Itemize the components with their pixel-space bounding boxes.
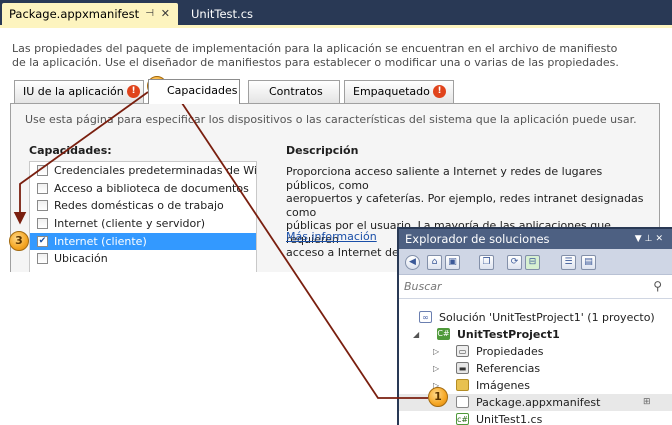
pin-icon[interactable]: ⊥: [645, 234, 656, 244]
capability-label: Credenciales predeterminadas de Windows: [54, 164, 257, 177]
pin-icon[interactable]: ⊣: [145, 3, 154, 25]
error-icon: !: [433, 85, 446, 98]
property-tabs: IU de la aplicación ! Capacidades Contra…: [10, 79, 660, 104]
tab-label: Contratos: [269, 85, 323, 98]
capability-label: Ubicación: [54, 252, 108, 266]
tab-label: UnitTest.cs: [191, 7, 254, 21]
panel-title: Explorador de soluciones: [405, 232, 550, 246]
tab-unittest-cs[interactable]: UnitTest.cs: [184, 3, 256, 25]
node-label: Referencias: [476, 362, 541, 375]
tab-package-appxmanifest[interactable]: Package.appxmanifest ⊣ ✕: [2, 3, 178, 25]
tab-label: Capacidades: [167, 84, 238, 97]
close-icon[interactable]: ✕: [655, 234, 666, 244]
sync-icon[interactable]: ▣: [445, 255, 460, 270]
search-icon[interactable]: ⚲: [653, 279, 662, 293]
solution-explorer-title-bar: Explorador de soluciones ▼⊥✕: [399, 229, 672, 249]
refresh-icon[interactable]: ⟳: [507, 255, 522, 270]
file-properties-icon[interactable]: ⊞: [643, 394, 651, 411]
tab-capabilities[interactable]: Capacidades: [148, 79, 240, 104]
tree-node-solution[interactable]: ∞ Solución 'UnitTestProject1' (1 proyect…: [399, 309, 672, 326]
capability-item-selected[interactable]: ✔ Internet (cliente): [30, 232, 256, 251]
tab-application-ui[interactable]: IU de la aplicación !: [14, 80, 144, 103]
csharp-project-icon: C#: [437, 328, 450, 340]
tree-node-properties[interactable]: ▷ ▭ Propiedades: [399, 343, 672, 360]
intro-line: Las propiedades del paquete de implement…: [12, 42, 618, 55]
capability-item[interactable]: Internet (cliente y servidor): [30, 215, 256, 233]
description-line: Proporciona acceso saliente a Internet y…: [286, 165, 603, 192]
capability-item[interactable]: Credenciales predeterminadas de Windows: [30, 162, 256, 180]
more-info-link[interactable]: Más información: [286, 230, 377, 243]
screenshot-stage: Package.appxmanifest ⊣ ✕ UnitTest.cs Las…: [0, 0, 672, 425]
intro-line: de la aplicación. Use el diseñador de ma…: [12, 56, 619, 69]
search-placeholder: Buscar: [404, 280, 442, 293]
capability-item[interactable]: Redes domésticas o de trabajo: [30, 197, 256, 215]
node-label: Imágenes: [476, 379, 530, 392]
tab-label: Package.appxmanifest: [9, 7, 140, 21]
collapse-arrow-icon[interactable]: ◢: [413, 326, 419, 343]
tree-node-references[interactable]: ▷ ▬ Referencias: [399, 360, 672, 377]
properties-icon: ▭: [456, 345, 469, 357]
cutaway-background: [0, 272, 398, 425]
capability-label: Internet (cliente y servidor): [54, 217, 206, 231]
tree-node-unittest-cs[interactable]: c# UnitTest1.cs: [399, 411, 672, 425]
checkbox[interactable]: [37, 218, 48, 230]
folder-icon: [456, 379, 469, 391]
references-icon: ▬: [456, 362, 469, 374]
solution-icon: ∞: [419, 311, 432, 323]
manifest-file-icon: [456, 396, 469, 408]
capability-label: Acceso a biblioteca de documentos: [54, 181, 249, 195]
callout-1: 1: [428, 387, 448, 407]
collapse-all-icon[interactable]: ⊟: [525, 255, 540, 270]
tab-contracts[interactable]: Contratos: [248, 80, 340, 103]
back-icon[interactable]: ◀: [405, 255, 420, 270]
node-label: Package.appxmanifest: [476, 396, 601, 409]
node-label: UnitTest1.cs: [476, 413, 543, 425]
show-all-files-icon[interactable]: ❐: [479, 255, 494, 270]
solution-explorer-toolbar: ◀ ⌂ ▣ ❐ ⟳ ⊟ ☰ ▤: [399, 249, 672, 275]
description-line: aeropuertos y cafeterías. Por ejemplo, r…: [286, 192, 644, 219]
checkbox[interactable]: [37, 253, 48, 265]
capability-label: Internet (cliente): [54, 234, 147, 248]
designer-intro: Las propiedades del paquete de implement…: [12, 42, 632, 70]
checkbox-checked[interactable]: ✔: [37, 235, 48, 247]
node-label: Propiedades: [476, 345, 544, 358]
tab-label: Empaquetado: [353, 85, 430, 98]
expand-arrow-icon[interactable]: ▷: [433, 343, 439, 360]
dropdown-icon[interactable]: ▼: [635, 234, 645, 244]
checkbox[interactable]: [37, 182, 48, 194]
callout-3: 3: [9, 231, 29, 251]
home-icon[interactable]: ⌂: [427, 255, 442, 270]
description-heading: Descripción: [286, 144, 359, 157]
document-tab-strip: Package.appxmanifest ⊣ ✕ UnitTest.cs: [0, 0, 672, 28]
capability-item[interactable]: Acceso a biblioteca de documentos: [30, 180, 256, 198]
solution-search-input[interactable]: Buscar ⚲: [399, 275, 672, 299]
tree-node-project[interactable]: ◢ C# UnitTestProject1: [399, 326, 672, 343]
checkbox[interactable]: [37, 200, 48, 212]
tab-label: IU de la aplicación: [23, 85, 124, 98]
checkbox[interactable]: [37, 165, 48, 176]
tab-packaging[interactable]: Empaquetado !: [344, 80, 454, 103]
view-icon[interactable]: ▤: [581, 255, 596, 270]
node-label: UnitTestProject1: [457, 328, 560, 341]
capability-label: Redes domésticas o de trabajo: [54, 199, 224, 213]
error-icon: !: [127, 85, 140, 98]
node-label: Solución 'UnitTestProject1' (1 proyecto): [439, 311, 655, 324]
properties-icon[interactable]: ☰: [561, 255, 576, 270]
page-description: Use esta página para especificar los dis…: [25, 113, 637, 126]
capability-item[interactable]: Ubicación: [30, 250, 256, 268]
capabilities-heading: Capacidades:: [29, 144, 112, 157]
close-icon[interactable]: ✕: [161, 3, 170, 25]
expand-arrow-icon[interactable]: ▷: [433, 360, 439, 377]
csharp-file-icon: c#: [456, 413, 469, 425]
